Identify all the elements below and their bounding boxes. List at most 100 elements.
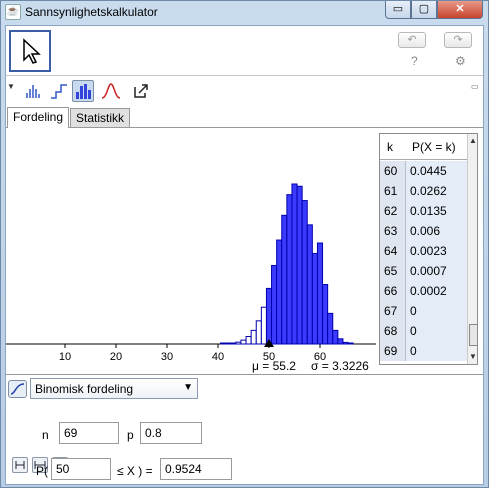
left-bracket-icon bbox=[15, 461, 25, 469]
app-window: ☕ Sannsynlighetskalkulator ▭ ▢ ✕ ↶ ↷ ? ⚙… bbox=[0, 0, 489, 488]
step-graph-button[interactable] bbox=[48, 80, 70, 102]
table-row[interactable]: 61 0.0262 bbox=[380, 181, 467, 201]
collapse-arrow-icon[interactable]: ▼ bbox=[7, 82, 15, 91]
x-tick-label: 40 bbox=[212, 351, 224, 363]
chevron-down-icon: ▼ bbox=[183, 382, 193, 393]
cell-p: 0.0007 bbox=[406, 261, 467, 281]
lower-bound-input[interactable]: 50 bbox=[51, 458, 111, 480]
line-graph-icon bbox=[26, 85, 40, 98]
distribution-toolbar: ▼ ▭ bbox=[6, 78, 483, 104]
probability-graph[interactable]: 10 20 30 40 50 60 μ = 55.2 σ = 3.3226 bbox=[6, 128, 376, 374]
table-row[interactable]: 62 0.0135 bbox=[380, 201, 467, 221]
mean-label: μ = 55.2 bbox=[252, 359, 296, 373]
table-row[interactable]: 66 0.0002 bbox=[380, 281, 467, 301]
scroll-down-icon[interactable]: ▼ bbox=[469, 352, 477, 361]
sd-label: σ = 3.3226 bbox=[311, 359, 369, 373]
cell-p: 0.0023 bbox=[406, 241, 467, 261]
left-sided-button[interactable] bbox=[12, 457, 28, 473]
distribution-bar bbox=[230, 342, 237, 345]
export-button[interactable] bbox=[130, 80, 152, 102]
title-bar[interactable]: ☕ Sannsynlighetskalkulator ▭ ▢ ✕ bbox=[1, 1, 488, 23]
undo-button[interactable]: ↶ bbox=[398, 32, 426, 48]
probability-table: k P(X = k) 60 0.0445 61 0.0262 62 0.0135 63 0.0… bbox=[379, 133, 478, 365]
distribution-panel: 10 20 30 40 50 60 μ = 55.2 σ = 3.3226 k P(X =… bbox=[6, 127, 483, 374]
distribution-bar bbox=[296, 185, 303, 345]
distribution-selected: Binomisk fordeling bbox=[35, 382, 134, 396]
table-row[interactable]: 60 0.0445 bbox=[380, 161, 467, 181]
table-row[interactable]: 68 0 bbox=[380, 321, 467, 341]
distribution-bar bbox=[276, 239, 283, 345]
step-graph-icon bbox=[51, 84, 67, 99]
distribution-bar bbox=[235, 341, 242, 345]
normal-curve-icon bbox=[101, 83, 121, 99]
cell-k: 69 bbox=[380, 341, 406, 361]
cell-k: 61 bbox=[380, 181, 406, 201]
close-button[interactable]: ✕ bbox=[437, 1, 483, 19]
distribution-bar bbox=[271, 264, 278, 345]
distribution-bar bbox=[260, 306, 267, 345]
cell-k: 65 bbox=[380, 261, 406, 281]
settings-gear-icon[interactable]: ⚙ bbox=[455, 54, 466, 68]
cell-k: 66 bbox=[380, 281, 406, 301]
table-row[interactable]: 69 0 bbox=[380, 341, 467, 361]
bar-graph-button[interactable] bbox=[72, 80, 94, 102]
cursor-arrow-icon bbox=[23, 38, 41, 64]
distribution-bar bbox=[291, 183, 298, 345]
table-row[interactable]: 64 0.0023 bbox=[380, 241, 467, 261]
cell-p: 0.0135 bbox=[406, 201, 467, 221]
distribution-bar bbox=[255, 320, 262, 345]
distribution-bar bbox=[316, 242, 324, 345]
cell-p: 0 bbox=[406, 321, 467, 341]
minimize-button[interactable]: ▭ bbox=[385, 1, 411, 19]
distribution-bar bbox=[306, 224, 313, 345]
cell-k: 67 bbox=[380, 301, 406, 321]
distribution-select[interactable]: Binomisk fordeling ▼ bbox=[30, 378, 198, 399]
distribution-bar bbox=[225, 342, 232, 345]
n-input[interactable]: 69 bbox=[59, 422, 119, 444]
move-tool-button[interactable] bbox=[9, 30, 51, 72]
distribution-bar bbox=[301, 200, 308, 345]
normal-overlay-button[interactable] bbox=[100, 80, 122, 102]
help-icon[interactable]: ? bbox=[411, 54, 418, 68]
calculator-client: ↶ ↷ ? ⚙ ▼ ▭ Fordeling Statistikk 10 20 3… bbox=[5, 25, 484, 485]
scroll-up-icon[interactable]: ▲ bbox=[469, 136, 477, 145]
distribution-bar bbox=[245, 336, 252, 345]
prob-relation: ≤ X ) = bbox=[117, 464, 153, 478]
cell-k: 62 bbox=[380, 201, 406, 221]
window-title: Sannsynlighetskalkulator bbox=[25, 5, 158, 19]
n-label: n bbox=[42, 428, 49, 442]
distribution-bar bbox=[332, 329, 339, 345]
redo-button[interactable]: ↷ bbox=[444, 32, 472, 48]
x-tick-label: 20 bbox=[110, 351, 122, 363]
discrete-graph-button[interactable] bbox=[22, 80, 44, 102]
distribution-bar bbox=[327, 312, 334, 345]
cumulative-curve-icon bbox=[10, 383, 25, 395]
distribution-bar bbox=[286, 194, 293, 345]
x-tick-label: 10 bbox=[59, 351, 71, 363]
maximize-button[interactable]: ▢ bbox=[411, 1, 437, 19]
export-icon bbox=[134, 84, 148, 98]
tab-fordeling[interactable]: Fordeling bbox=[7, 107, 70, 128]
table-row[interactable]: 67 0 bbox=[380, 301, 467, 321]
bar-graph-icon bbox=[76, 84, 91, 99]
scroll-thumb[interactable] bbox=[469, 324, 477, 346]
table-scrollbar[interactable]: ▲ ▼ bbox=[467, 134, 477, 364]
cell-k: 60 bbox=[380, 161, 406, 181]
tab-statistikk[interactable]: Statistikk bbox=[70, 108, 131, 128]
distribution-bar bbox=[265, 287, 273, 345]
distribution-bar bbox=[342, 341, 349, 345]
cell-p: 0.0262 bbox=[406, 181, 467, 201]
probability-result[interactable]: 0.9524 bbox=[160, 458, 232, 480]
cell-p: 0.0002 bbox=[406, 281, 467, 301]
cumulative-toggle-button[interactable] bbox=[8, 380, 27, 398]
prob-prefix: P( bbox=[36, 464, 48, 478]
table-row[interactable]: 63 0.006 bbox=[380, 221, 467, 241]
distribution-bar bbox=[240, 339, 247, 345]
column-k-header: k bbox=[387, 140, 393, 154]
table-row[interactable]: 65 0.0007 bbox=[380, 261, 467, 281]
cell-k: 64 bbox=[380, 241, 406, 261]
java-icon: ☕ bbox=[5, 4, 21, 20]
restore-view-icon[interactable]: ▭ bbox=[471, 82, 479, 91]
table-header: k P(X = k) bbox=[380, 134, 467, 160]
p-input[interactable]: 0.8 bbox=[140, 422, 202, 444]
